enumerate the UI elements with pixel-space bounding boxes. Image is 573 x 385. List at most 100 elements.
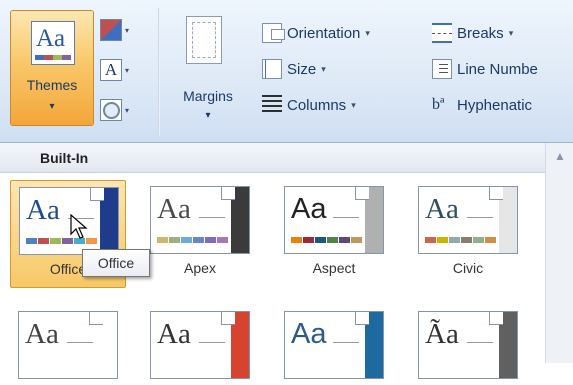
breaks-button[interactable]: Breaks ▾ (432, 20, 513, 46)
color-swatch (157, 237, 168, 243)
color-swatch (437, 237, 448, 243)
theme-preview-text: Ãa (425, 318, 459, 350)
themes-label: Themes (26, 77, 78, 93)
chevron-down-icon: ▾ (321, 63, 326, 74)
theme-tile-row2-2[interactable]: Aa (142, 305, 258, 385)
color-swatch (473, 237, 484, 243)
theme-preview: Aa (150, 311, 250, 379)
chevron-down-icon: ▾ (365, 27, 370, 38)
breaks-icon (432, 23, 452, 43)
page-fold-icon (489, 187, 503, 200)
theme-preview-line (333, 342, 359, 343)
theme-tile-civic[interactable]: Aa Civic (410, 180, 526, 288)
themes-icon-text: Aa (36, 25, 66, 52)
themes-icon: Aa (31, 21, 75, 65)
page-fold-icon (355, 187, 369, 200)
theme-colors-button[interactable]: ▾ (100, 16, 134, 44)
hyphenation-icon: bª (432, 96, 445, 113)
theme-effects-icon (100, 99, 122, 121)
columns-label: Columns (287, 96, 347, 114)
orientation-icon (262, 23, 285, 43)
tooltip: Office (82, 249, 150, 277)
color-swatch (449, 237, 460, 243)
chevron-down-icon: ▾ (205, 110, 211, 121)
color-swatch (425, 237, 436, 243)
theme-preview-line (467, 217, 493, 218)
theme-name: Civic (452, 260, 484, 276)
color-swatch (181, 237, 192, 243)
theme-preview-text: Aa (291, 193, 327, 225)
columns-button[interactable]: Columns ▾ (262, 92, 356, 118)
theme-tile-row2-4[interactable]: Ãa (410, 305, 526, 385)
theme-preview: Aa (19, 187, 119, 255)
page-fold-icon (221, 187, 235, 200)
color-swatch (485, 237, 496, 243)
theme-preview: Aa (150, 186, 250, 254)
page-fold-icon (221, 312, 235, 325)
page-size-icon (262, 59, 282, 79)
theme-tile-row2-1[interactable]: Aa (10, 305, 126, 385)
themes-icon-color-strip (35, 55, 71, 60)
margins-icon (186, 16, 222, 64)
mouse-pointer-icon (70, 214, 88, 239)
color-swatch (291, 237, 302, 243)
chevron-down-icon: ▾ (125, 25, 130, 35)
page-fold-icon (355, 312, 369, 325)
orientation-label: Orientation (287, 24, 361, 42)
theme-preview-line (333, 217, 359, 218)
themes-button[interactable]: Aa Themes ▾ (10, 10, 94, 126)
theme-name: Aspect (312, 260, 356, 276)
size-button[interactable]: Size ▾ (262, 56, 326, 82)
size-label: Size (287, 60, 317, 78)
chevron-down-icon: ▾ (351, 99, 356, 110)
margins-label: Margins (183, 88, 233, 104)
theme-tile-row2-3[interactable]: Aa (276, 305, 392, 385)
group-separator (158, 8, 160, 136)
color-swatch (205, 237, 216, 243)
color-swatch (38, 238, 49, 244)
breaks-label: Breaks (457, 24, 504, 42)
theme-preview-line (199, 342, 225, 343)
theme-name: Apex (184, 260, 216, 276)
color-swatch (303, 237, 314, 243)
theme-fonts-button[interactable]: A ▾ (100, 56, 134, 84)
chevron-down-icon: ▾ (508, 27, 514, 38)
theme-effects-button[interactable]: ▾ (100, 96, 134, 124)
color-swatch (217, 237, 228, 243)
color-swatch (193, 237, 204, 243)
chevron-down-icon: ▾ (125, 65, 130, 75)
section-title: Built-In (0, 143, 545, 173)
color-swatch (339, 237, 350, 243)
columns-icon (262, 95, 282, 115)
chevron-down-icon: ▾ (49, 101, 55, 112)
line-numbers-icon (432, 59, 452, 79)
theme-preview: Ãa (418, 311, 518, 379)
line-numbers-button[interactable]: Line Numbe (432, 56, 538, 82)
line-numbers-label: Line Numbe (457, 60, 538, 78)
color-swatch (50, 238, 61, 244)
margins-button[interactable]: Margins ▾ (168, 10, 248, 126)
theme-preview-line (467, 342, 493, 343)
color-swatch (315, 237, 326, 243)
theme-colors-icon (100, 19, 122, 41)
theme-tile-aspect[interactable]: Aa Aspect (276, 180, 392, 288)
page-fold-icon (89, 312, 103, 325)
color-swatch (351, 237, 362, 243)
theme-preview-line (199, 217, 225, 218)
theme-preview-text: Aa (157, 193, 191, 225)
color-swatch (461, 237, 472, 243)
color-swatch (169, 237, 180, 243)
theme-color-swatches (157, 237, 229, 243)
page-fold-icon (489, 312, 503, 325)
hyphenation-label: Hyphenatic (457, 96, 533, 114)
theme-tile-apex[interactable]: Aa Apex (142, 180, 258, 288)
gallery-scrollbar[interactable]: ▲ (545, 143, 573, 363)
theme-preview-text: Aa (26, 194, 60, 226)
page-layout-ribbon: Aa Themes ▾ ▾ A ▾ ▾ Margins ▾ Orientatio… (0, 0, 573, 143)
scroll-up-icon[interactable]: ▲ (546, 143, 573, 169)
color-swatch (26, 238, 37, 244)
orientation-button[interactable]: Orientation ▾ (262, 20, 370, 46)
hyphenation-button[interactable]: bª Hyphenatic (432, 92, 532, 118)
theme-preview: Aa (284, 311, 384, 379)
theme-preview-text: Aa (157, 318, 191, 350)
